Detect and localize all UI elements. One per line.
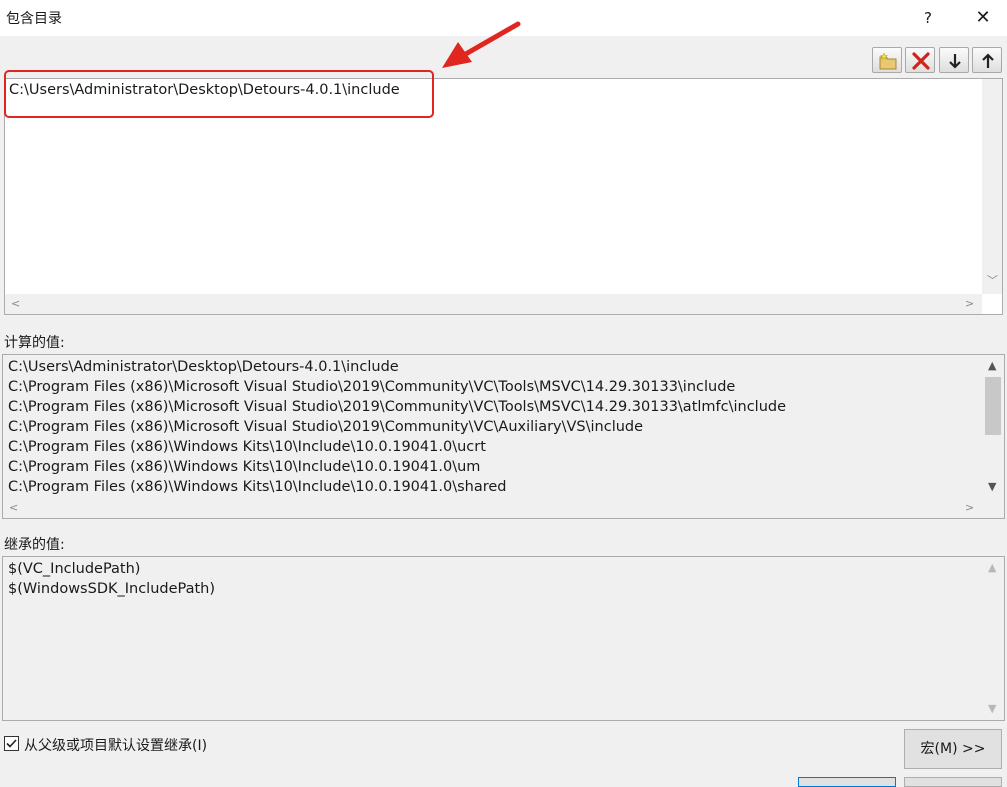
scroll-up-icon[interactable]: ▲: [988, 562, 996, 573]
computed-values-label: 计算的值:: [4, 335, 65, 351]
scroll-down-icon[interactable]: ▼: [988, 481, 996, 492]
scroll-down-icon[interactable]: ﹀: [987, 275, 998, 286]
checkmark-icon: [6, 739, 17, 748]
list-item: C:\Program Files (x86)\Microsoft Visual …: [8, 419, 644, 435]
scroll-right-icon[interactable]: >: [965, 502, 974, 513]
computed-vertical-scrollbar[interactable]: ▲ ▼: [982, 355, 1004, 498]
computed-horizontal-scrollbar[interactable]: < >: [3, 498, 982, 518]
list-item: C:\Users\Administrator\Desktop\Detours-4…: [8, 359, 399, 375]
inherit-checkbox[interactable]: [4, 736, 19, 751]
scroll-left-icon[interactable]: <: [9, 502, 18, 513]
scroll-left-icon[interactable]: <: [11, 298, 20, 309]
cancel-button-partial[interactable]: [904, 777, 1002, 787]
help-button[interactable]: ?: [915, 4, 941, 32]
inherited-values-list: $(VC_IncludePath) $(WindowsSDK_IncludePa…: [2, 556, 1005, 721]
computed-values-list: C:\Users\Administrator\Desktop\Detours-4…: [2, 354, 1005, 519]
move-down-button[interactable]: [939, 47, 969, 73]
scrollbar-thumb[interactable]: [985, 377, 1001, 435]
inherited-vertical-scrollbar[interactable]: ▲ ▼: [982, 557, 1004, 720]
delete-x-icon: [912, 52, 930, 70]
annotation-highlight-box: [4, 70, 434, 118]
list-item: C:\Program Files (x86)\Windows Kits\10\I…: [8, 439, 486, 455]
ok-button-partial[interactable]: [798, 777, 896, 787]
scroll-right-icon[interactable]: >: [965, 298, 974, 309]
list-item: C:\Program Files (x86)\Microsoft Visual …: [8, 399, 787, 415]
scroll-up-icon[interactable]: ▲: [988, 360, 996, 371]
inherited-values-label: 继承的值:: [4, 537, 65, 553]
delete-line-button[interactable]: [905, 47, 935, 73]
new-line-button[interactable]: [872, 47, 902, 73]
list-item: C:\Program Files (x86)\Microsoft Visual …: [8, 379, 736, 395]
editor-vertical-scrollbar[interactable]: ﹀: [982, 79, 1002, 294]
editor-horizontal-scrollbar[interactable]: < >: [5, 294, 982, 314]
new-folder-icon: [879, 52, 897, 70]
macro-button[interactable]: 宏(M) >>: [904, 729, 1002, 769]
list-item: $(WindowsSDK_IncludePath): [8, 581, 216, 597]
annotation-arrow-icon: [442, 21, 521, 68]
window-title: 包含目录: [6, 11, 62, 27]
list-item: $(VC_IncludePath): [8, 561, 141, 577]
scroll-down-icon[interactable]: ▼: [988, 703, 996, 714]
move-up-button[interactable]: [972, 47, 1002, 73]
list-item: C:\Program Files (x86)\Windows Kits\10\I…: [8, 459, 481, 475]
close-button[interactable]: ✕: [963, 4, 1003, 32]
inherit-checkbox-label[interactable]: 从父级或项目默认设置继承(I): [24, 735, 207, 755]
list-item: C:\Program Files (x86)\Windows Kits\10\I…: [8, 479, 507, 495]
arrow-down-icon: [949, 54, 961, 69]
arrow-up-icon: [982, 53, 994, 68]
